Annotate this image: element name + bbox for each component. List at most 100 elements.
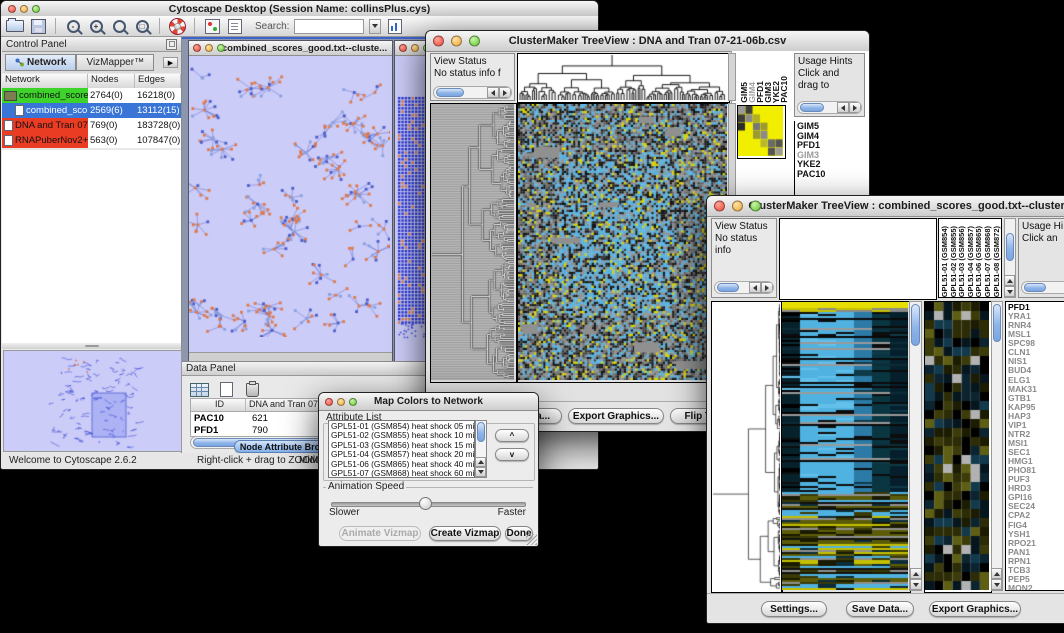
network-table-row[interactable]: RNAPuberNov2+ 563(0) 107847(0) — [2, 133, 181, 148]
tab-vizmapper[interactable]: VizMapper™ — [76, 54, 154, 71]
column-label[interactable]: GIM5 — [739, 82, 747, 103]
network-hscrollbar[interactable] — [189, 352, 392, 361]
animate-vizmap-button[interactable]: Animate Vizmap — [339, 526, 421, 541]
scroll-thumb[interactable] — [1024, 283, 1046, 292]
scroll-up-icon[interactable] — [991, 568, 1002, 579]
gene-label[interactable]: PAC10 — [795, 170, 864, 180]
scroll-up-icon[interactable] — [475, 457, 486, 467]
column-label[interactable]: GPL51-06 (GSM865) — [974, 226, 983, 297]
minimize-icon[interactable] — [337, 398, 345, 406]
network-overview-panel[interactable] — [3, 350, 182, 452]
scroll-down-icon[interactable] — [1004, 286, 1015, 297]
column-label[interactable]: GIM3 — [763, 82, 771, 103]
settings-button[interactable]: Settings... — [761, 601, 827, 617]
tv2-zoom-view[interactable] — [924, 301, 992, 593]
move-up-button[interactable]: ^ — [495, 429, 529, 442]
zoom-window-icon[interactable] — [349, 398, 357, 406]
tv1-zoom-matrix[interactable] — [737, 105, 786, 159]
column-label[interactable]: GPL51-03 (GSM856) — [957, 226, 966, 297]
zoom-fit-icon[interactable]: □ — [133, 17, 151, 36]
tv2-zoom-scrollbar[interactable] — [991, 301, 1003, 591]
zoom-window-icon[interactable] — [750, 201, 761, 212]
tv2-heatmap[interactable] — [781, 301, 911, 593]
column-label[interactable]: GPL51-01 (GSM854) — [940, 226, 949, 297]
zoom-out-icon[interactable]: - — [64, 17, 82, 36]
network-overview-canvas[interactable] — [4, 351, 181, 451]
tv2-status-hscrollbar[interactable] — [714, 281, 774, 294]
minimize-icon[interactable] — [20, 5, 28, 13]
zoom-window-icon[interactable] — [217, 44, 225, 52]
scroll-thumb[interactable] — [717, 283, 739, 292]
report-icon[interactable] — [386, 17, 404, 36]
resize-grip[interactable] — [526, 534, 537, 545]
close-icon[interactable] — [325, 398, 333, 406]
new-attribute-icon[interactable] — [217, 380, 235, 399]
scroll-down-icon[interactable] — [991, 579, 1002, 590]
open-icon[interactable] — [6, 17, 24, 36]
column-label[interactable]: GPL51-08 (GSM872) — [992, 226, 1001, 297]
tv1-column-scrollbar[interactable] — [728, 53, 736, 101]
minimize-icon[interactable] — [205, 44, 213, 52]
panel-splitter[interactable] — [2, 343, 181, 349]
close-icon[interactable] — [714, 201, 725, 212]
treeview2-title-bar[interactable]: ClusterMaker TreeView : combined_scores_… — [707, 196, 1064, 217]
column-label[interactable]: GIM4 — [747, 82, 755, 103]
scroll-up-icon[interactable] — [910, 568, 922, 579]
column-label[interactable]: YKE2 — [771, 81, 779, 103]
save-icon[interactable] — [29, 17, 47, 36]
column-label[interactable]: PAC10 — [779, 76, 787, 103]
tv1-heatmap[interactable] — [517, 103, 730, 383]
attribute-table-icon[interactable] — [190, 380, 209, 399]
zoom-in-icon[interactable]: + — [87, 17, 105, 36]
minimize-icon[interactable] — [732, 201, 743, 212]
zoom-window-icon[interactable] — [32, 5, 40, 13]
plugins-icon[interactable] — [203, 17, 221, 36]
dialog-title-bar[interactable]: Map Colors to Network — [319, 393, 538, 411]
attribute-list-scrollbar[interactable] — [475, 420, 487, 478]
network-table-row[interactable]: combined_sco 2569(6) 13112(15) — [2, 103, 181, 118]
minimize-icon[interactable] — [451, 36, 462, 47]
help-icon[interactable] — [168, 17, 186, 36]
move-down-button[interactable]: v — [495, 448, 529, 461]
save-data-button[interactable]: Save Data... — [846, 601, 914, 617]
export-graphics-button[interactable]: Export Graphics... — [568, 408, 664, 424]
main-title-bar[interactable]: Cytoscape Desktop (Session Name: collins… — [1, 1, 598, 17]
zoom-window-icon[interactable] — [469, 36, 480, 47]
scroll-thumb[interactable] — [800, 103, 824, 112]
tv2-labels-scrollbar[interactable] — [1004, 218, 1016, 298]
network-table-row[interactable]: DNA and Tran 07 769(0) 183728(0) — [2, 118, 181, 133]
export-graphics-button[interactable]: Export Graphics... — [929, 601, 1021, 617]
treeview1-title-bar[interactable]: ClusterMaker TreeView : DNA and Tran 07-… — [426, 31, 869, 52]
tab-overflow-button[interactable]: ▶ — [163, 57, 178, 68]
column-label[interactable]: GPL51-02 (GSM855) — [949, 226, 958, 297]
tv1-usage-hscrollbar[interactable] — [797, 101, 862, 114]
scroll-thumb[interactable] — [1006, 233, 1014, 261]
scroll-right-icon[interactable] — [849, 102, 861, 113]
column-label[interactable]: GPL51-07 (GSM868) — [983, 226, 992, 297]
scroll-thumb[interactable] — [993, 304, 1001, 342]
annotation-icon[interactable] — [226, 17, 244, 36]
tv2-heatmap-scrollbar[interactable] — [909, 301, 922, 591]
network-view-canvas[interactable] — [189, 41, 390, 337]
scroll-up-icon[interactable] — [1004, 275, 1015, 286]
close-icon[interactable] — [399, 44, 407, 52]
gene-label[interactable]: MON2 — [1006, 584, 1064, 591]
tv1-row-dendrogram[interactable] — [430, 103, 517, 383]
search-input[interactable] — [294, 19, 364, 34]
scroll-left-icon[interactable] — [487, 87, 499, 98]
network-table-row[interactable]: combined_scores_ 2764(0) 16218(0) — [2, 88, 181, 103]
column-label[interactable]: PFD1 — [755, 81, 763, 103]
scroll-thumb[interactable] — [436, 88, 464, 97]
tv2-column-dendrogram[interactable] — [779, 218, 937, 300]
close-icon[interactable] — [193, 44, 201, 52]
scroll-left-icon[interactable] — [837, 102, 849, 113]
scroll-right-icon[interactable] — [761, 282, 773, 293]
tv1-column-dendrogram[interactable] — [517, 53, 730, 103]
network-view-window[interactable]: combined_scores_good.txt--cluste... — [188, 40, 393, 361]
close-icon[interactable] — [433, 36, 444, 47]
create-vizmap-button[interactable]: Create Vizmap — [429, 526, 501, 541]
scroll-right-icon[interactable] — [499, 87, 511, 98]
scroll-thumb[interactable] — [911, 304, 920, 346]
scroll-down-icon[interactable] — [910, 579, 922, 590]
tv1-status-hscrollbar[interactable] — [433, 86, 512, 99]
